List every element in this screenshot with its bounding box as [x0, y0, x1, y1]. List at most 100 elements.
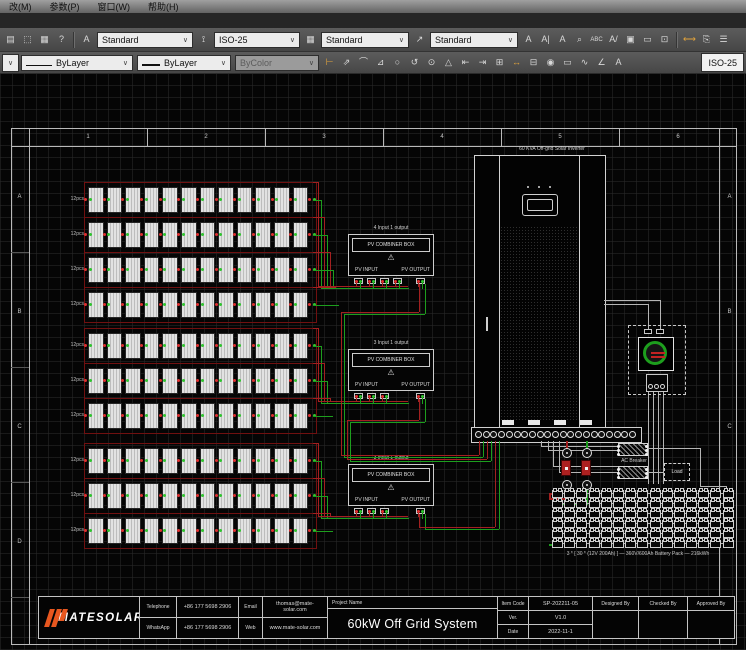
- wire: [321, 200, 322, 288]
- menu-item[interactable]: 窗口(W): [89, 0, 140, 13]
- wire: [344, 314, 425, 315]
- diameter-icon[interactable]: ⊙: [423, 54, 440, 71]
- battery-row: [552, 540, 735, 548]
- wire: [313, 478, 324, 479]
- menu-item[interactable]: 帮助(H): [139, 0, 188, 13]
- single-line-text-icon[interactable]: A: [520, 31, 537, 48]
- text-style-icon[interactable]: A: [78, 31, 95, 48]
- measure-tool-icon[interactable]: ⟷: [681, 31, 698, 48]
- monitor-connector: [656, 329, 664, 334]
- connector-dot: [89, 379, 92, 382]
- design-center-icon[interactable]: ⬚: [19, 31, 36, 48]
- wire: [350, 422, 425, 423]
- wire: [327, 235, 328, 288]
- jog-line-icon[interactable]: ∿: [576, 54, 593, 71]
- sheet-row-label-right: C: [721, 424, 738, 430]
- connector-dot: [257, 268, 260, 271]
- find-replace-icon[interactable]: ⌕: [571, 31, 588, 48]
- linetype-dropdown[interactable]: ByLayer ∨: [21, 55, 133, 71]
- help-icon[interactable]: ?: [53, 31, 70, 48]
- pv-string-count-label: 12pcs: [62, 412, 84, 418]
- lineweight-dropdown[interactable]: ByLayer ∨: [137, 55, 231, 71]
- plot-preview-icon[interactable]: ▤: [2, 31, 19, 48]
- mtext-icon[interactable]: A|: [537, 31, 554, 48]
- wire: [369, 513, 370, 517]
- justify-text-icon[interactable]: ▭: [639, 31, 656, 48]
- dim-break-icon[interactable]: ⊟: [525, 54, 542, 71]
- connector-dot: [89, 198, 92, 201]
- battery-cell: [637, 540, 648, 548]
- wire: [330, 252, 331, 286]
- connector-dot: [238, 198, 241, 201]
- center-mark-icon[interactable]: ▭: [559, 54, 576, 71]
- connector-dot: [103, 268, 106, 271]
- properties-palette-icon[interactable]: ▦: [36, 31, 53, 48]
- copy-object-icon[interactable]: ⎘: [698, 31, 715, 48]
- connector-dot: [201, 379, 204, 382]
- battery-cell: [723, 510, 734, 518]
- continue-dim-icon[interactable]: ⊞: [491, 54, 508, 71]
- connector-dot: [182, 344, 185, 347]
- terminal-circle: [475, 431, 482, 438]
- connector-dot: [201, 268, 204, 271]
- wire: [313, 416, 333, 417]
- dim-angle-icon[interactable]: ∠: [593, 54, 610, 71]
- color-control-dropdown[interactable]: ∨: [2, 54, 19, 72]
- connector-dot: [252, 459, 255, 462]
- connector-dot: [257, 344, 260, 347]
- dim-space-icon[interactable]: ↔: [508, 54, 525, 71]
- battery-cell: [601, 520, 612, 528]
- aligned-dimension-icon[interactable]: ⇗: [338, 54, 355, 71]
- dim-update-icon[interactable]: A: [610, 54, 627, 71]
- dim-style-icon[interactable]: ⟟: [195, 31, 212, 48]
- arc-length-icon[interactable]: ⌒: [355, 54, 372, 71]
- fuse-indicator: [528, 420, 540, 425]
- connector-dot: [308, 379, 311, 382]
- angular-icon[interactable]: △: [440, 54, 457, 71]
- wire: [318, 443, 319, 516]
- ordinate-icon[interactable]: ⊿: [372, 54, 389, 71]
- linear-dimension-icon[interactable]: ⊢: [321, 54, 338, 71]
- battery-cell: [650, 500, 661, 508]
- date-label: Date: [497, 624, 529, 639]
- table-style-icon[interactable]: ▦: [302, 31, 319, 48]
- radius-icon[interactable]: ○: [389, 54, 406, 71]
- connector-dot: [215, 414, 218, 417]
- mleader-style-icon[interactable]: ↗: [411, 31, 428, 48]
- command-list-icon[interactable]: ☰: [715, 31, 732, 48]
- wire: [604, 304, 648, 305]
- mleader-style-dropdown[interactable]: Standard ∨: [430, 32, 518, 48]
- text-style-dropdown[interactable]: Standard ∨: [97, 32, 193, 48]
- scale-text-icon[interactable]: ▣: [622, 31, 639, 48]
- connector-dot: [126, 344, 129, 347]
- combiner-name: PV COMBINER BOX: [352, 468, 430, 482]
- connector-dot: [308, 198, 311, 201]
- dim-style-value: ISO-25: [219, 35, 248, 45]
- drawing-canvas[interactable]: 123456AABBCCDD 60 KVA Off-grid Solar Inv…: [0, 74, 746, 650]
- battery-cell: [698, 540, 709, 548]
- text-style-edit-icon[interactable]: A/: [605, 31, 622, 48]
- menu-item[interactable]: 参数(P): [41, 0, 89, 13]
- convert-text-icon[interactable]: ⊡: [656, 31, 673, 48]
- wire: [313, 217, 324, 218]
- menu-item[interactable]: 改(M): [0, 0, 41, 13]
- tolerance-icon[interactable]: ◉: [542, 54, 559, 71]
- spell-check-icon[interactable]: ABC: [588, 31, 605, 48]
- dim-style-dropdown[interactable]: ISO-25 ∨: [214, 32, 300, 48]
- baseline-dim-icon[interactable]: ⇥: [474, 54, 491, 71]
- warning-triangle-icon: ⚠: [349, 253, 433, 262]
- connector-dot: [252, 233, 255, 236]
- connector-dot: [89, 529, 92, 532]
- table-style-dropdown[interactable]: Standard ∨: [321, 32, 409, 48]
- jogged-radius-icon[interactable]: ↺: [406, 54, 423, 71]
- wire: [495, 441, 496, 527]
- breaker-pin: [617, 468, 620, 471]
- wire: [649, 448, 700, 449]
- wire: [487, 441, 488, 459]
- edit-text-icon[interactable]: A: [554, 31, 571, 48]
- connector-dot: [182, 233, 185, 236]
- connector-dot: [257, 459, 260, 462]
- quick-dim-icon[interactable]: ⇤: [457, 54, 474, 71]
- connector-dot: [201, 494, 204, 497]
- connector-dot: [159, 379, 162, 382]
